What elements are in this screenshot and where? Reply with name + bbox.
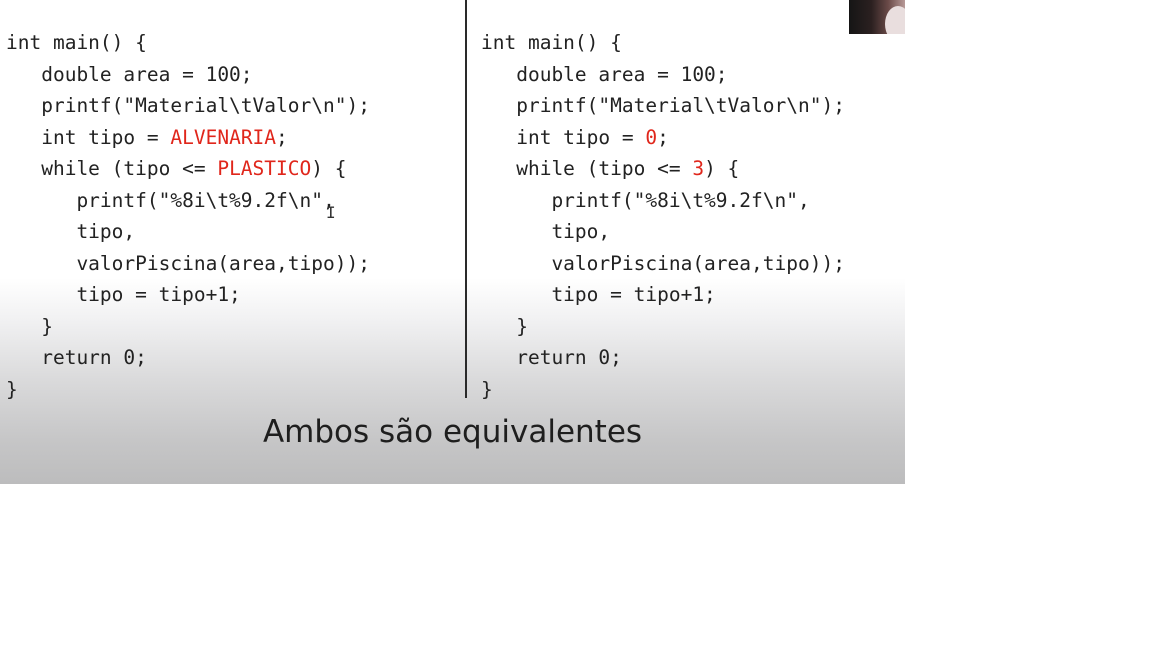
code-text: ;	[657, 125, 669, 149]
code-line: }	[6, 311, 370, 343]
code-line: while (tipo <= 3) {	[481, 153, 845, 185]
webcam-thumbnail	[849, 0, 905, 34]
code-text: tipo,	[6, 220, 136, 243]
code-line: return 0;	[481, 342, 845, 374]
code-line: printf("%8i\t%9.2f\n",	[481, 185, 845, 217]
code-block-left: int main() { double area = 100; printf("…	[6, 27, 370, 405]
text-cursor-icon: I	[326, 203, 336, 222]
code-text: ) {	[704, 157, 740, 180]
code-line: int main() {	[6, 27, 370, 59]
code-line: tipo = tipo+1;	[481, 279, 845, 311]
code-text: printf("%8i\t%9.2f\n",	[6, 188, 335, 212]
code-line: tipo = tipo+1;	[6, 279, 370, 311]
code-text: valorPiscina(area,tipo));	[6, 251, 370, 275]
highlighted-token: ALVENARIA	[170, 125, 277, 149]
code-line: return 0;	[6, 342, 370, 374]
code-text: }	[481, 377, 493, 401]
code-line: int tipo = ALVENARIA;	[6, 122, 370, 154]
code-line: valorPiscina(area,tipo));	[481, 248, 845, 280]
code-text: printf("Material\tValor\n");	[481, 94, 845, 117]
column-divider	[465, 0, 467, 398]
code-line: while (tipo <= PLASTICO) {	[6, 153, 370, 185]
code-text: return 0;	[6, 346, 147, 369]
code-text: }	[6, 377, 18, 401]
code-line: tipo,	[6, 216, 370, 248]
code-text: printf("Material\tValor\n");	[6, 94, 370, 117]
code-text: double area = 100;	[6, 62, 253, 86]
code-text: tipo = tipo+1;	[481, 283, 716, 306]
code-line: double area = 100;	[481, 59, 845, 91]
code-line: int tipo = 0;	[481, 122, 845, 154]
code-text: printf("%8i\t%9.2f\n",	[481, 188, 810, 212]
code-line: double area = 100;	[6, 59, 370, 91]
code-line: }	[481, 374, 845, 406]
slide: int main() { double area = 100; printf("…	[0, 0, 905, 484]
code-text: double area = 100;	[481, 62, 728, 86]
code-text: }	[6, 314, 53, 338]
code-line: tipo,	[481, 216, 845, 248]
code-line: printf("Material\tValor\n");	[481, 90, 845, 122]
code-text: tipo,	[481, 220, 611, 243]
code-text: return 0;	[481, 346, 622, 369]
code-text: while (tipo <=	[6, 157, 218, 180]
code-line: int main() {	[481, 27, 845, 59]
code-line: printf("%8i\t%9.2f\n",	[6, 185, 370, 217]
highlighted-token: PLASTICO	[217, 157, 312, 180]
code-text: while (tipo <=	[481, 157, 693, 180]
code-block-right: int main() { double area = 100; printf("…	[481, 27, 845, 405]
highlighted-token: 0	[645, 125, 658, 149]
code-text: tipo = tipo+1;	[6, 283, 241, 306]
highlighted-token: 3	[692, 157, 705, 180]
slide-caption: Ambos são equivalentes	[262, 414, 643, 450]
code-text: valorPiscina(area,tipo));	[481, 251, 845, 275]
code-line: valorPiscina(area,tipo));	[6, 248, 370, 280]
code-line: }	[6, 374, 370, 406]
code-text: }	[481, 314, 528, 338]
code-text: int main() {	[6, 31, 147, 54]
code-text: int tipo =	[481, 125, 646, 149]
code-line: }	[481, 311, 845, 343]
code-line: printf("Material\tValor\n");	[6, 90, 370, 122]
code-text: ;	[276, 125, 288, 149]
code-text: ) {	[311, 157, 347, 180]
code-text: int main() {	[481, 31, 622, 54]
code-text: int tipo =	[6, 125, 171, 149]
